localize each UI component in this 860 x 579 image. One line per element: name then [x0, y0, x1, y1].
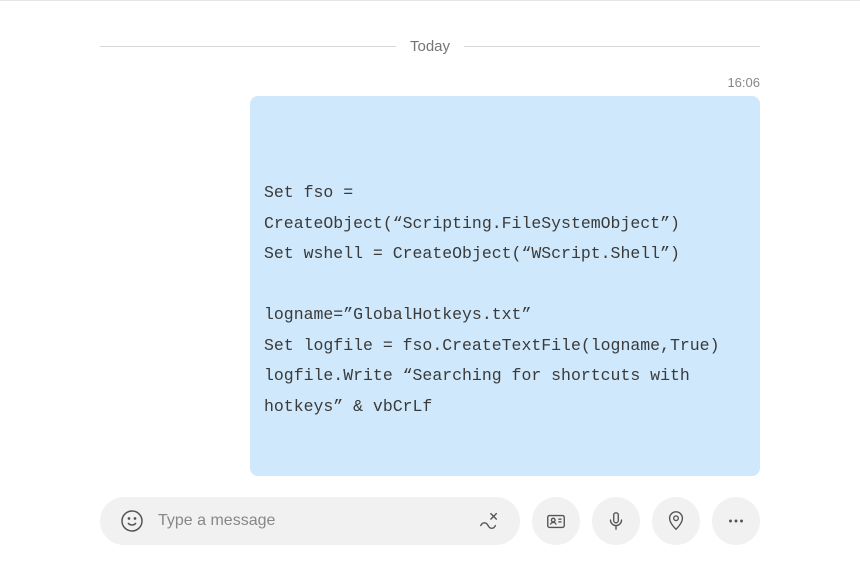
- microphone-button[interactable]: [592, 497, 640, 545]
- date-label: Today: [396, 38, 464, 55]
- location-button[interactable]: [652, 497, 700, 545]
- more-button[interactable]: [712, 497, 760, 545]
- message-body: Set fso = CreateObject(“Scripting.FileSy…: [264, 178, 746, 422]
- contact-card-icon: [545, 510, 567, 532]
- location-icon: [665, 510, 687, 532]
- message-bubble[interactable]: Set fso = CreateObject(“Scripting.FileSy…: [250, 96, 760, 476]
- input-pill: [100, 497, 520, 545]
- chat-area: Today 16:06 Set fso = CreateObject(“Scri…: [0, 0, 860, 579]
- handwriting-icon[interactable]: [478, 510, 500, 532]
- composer-bar: [100, 497, 760, 545]
- message-timestamp: 16:06: [0, 75, 760, 90]
- microphone-icon: [605, 510, 627, 532]
- more-icon: [725, 510, 747, 532]
- divider-line-right: [464, 46, 760, 47]
- date-divider: Today: [100, 38, 760, 55]
- message-input[interactable]: [158, 497, 464, 545]
- emoji-icon[interactable]: [120, 509, 144, 533]
- contact-card-button[interactable]: [532, 497, 580, 545]
- top-border: [0, 0, 860, 1]
- divider-line-left: [100, 46, 396, 47]
